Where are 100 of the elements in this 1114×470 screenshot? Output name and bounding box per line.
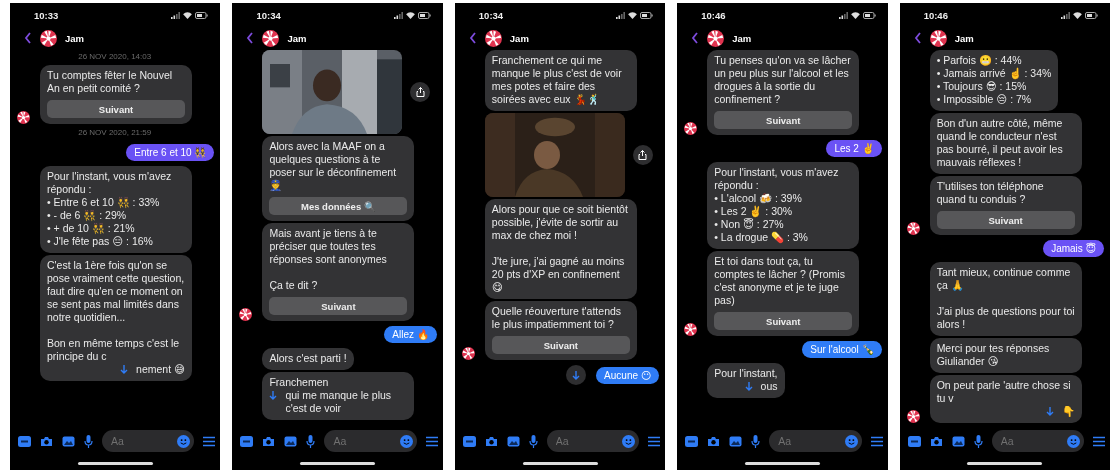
gif-icon[interactable] — [240, 435, 254, 447]
sent-message: Entre 6 et 10 👯 — [126, 144, 215, 161]
image-icon[interactable] — [284, 435, 298, 447]
reply-button[interactable]: Suivant — [936, 211, 1075, 229]
gif-icon[interactable] — [462, 435, 476, 447]
sent-message: Allez 🔥 — [384, 326, 437, 343]
wifi-icon — [628, 11, 638, 19]
image-icon[interactable] — [62, 435, 75, 447]
menu-icon[interactable] — [648, 435, 661, 447]
message-text: Bon d'un autre côté, même quand le conducteur n'est pas bourré, il peut avoir les mauvais réflexes ! — [936, 117, 1064, 169]
menu-icon[interactable] — [203, 435, 216, 447]
back-icon[interactable] — [468, 32, 477, 44]
message-text: Mais avant je tiens à te préciser que toutes tes réponses sont anonymes Ça te dit ? — [269, 227, 388, 292]
sent-message: Les 2 ✌ — [826, 140, 882, 157]
message-text: Franchement ce qui me manque le plus c'est de voir mes potes et faire des soirées avec eux 💃🕺 — [491, 54, 623, 106]
message-text: Tu comptes fêter le Nouvel An en petit comité ? — [47, 69, 174, 95]
signal-icon — [1061, 11, 1071, 19]
scroll-down-button[interactable] — [566, 365, 587, 385]
status-time: 10:33 — [34, 9, 59, 21]
emoji-icon[interactable] — [177, 434, 191, 448]
emoji-icon[interactable] — [399, 434, 413, 448]
image-icon[interactable] — [951, 435, 965, 447]
contact-name[interactable]: Jam — [509, 32, 529, 44]
camera-icon[interactable] — [484, 435, 498, 447]
battery-icon — [1085, 11, 1099, 19]
battery-icon — [640, 11, 654, 19]
message-text: • Parfois 😬 : 44% • Jamais arrivé ☝ : 34% • Toujours 😎 : 15% • Impossible 😔 : 7% — [936, 54, 1052, 106]
gif-icon[interactable] — [685, 435, 699, 447]
contact-name[interactable]: Jam — [287, 32, 307, 44]
reply-button[interactable]: Suivant — [714, 111, 853, 129]
message-text: Alors c'est parti ! — [269, 352, 347, 365]
reply-button[interactable]: Suivant — [714, 312, 853, 330]
contact-name[interactable]: Jam — [954, 32, 974, 44]
camera-icon[interactable] — [929, 435, 943, 447]
share-icon — [415, 87, 425, 97]
camera-icon[interactable] — [707, 435, 721, 447]
signal-icon — [393, 11, 403, 19]
scroll-down-icon[interactable] — [269, 391, 278, 400]
microphone-icon[interactable] — [973, 434, 983, 448]
scroll-down-icon[interactable] — [744, 382, 753, 391]
contact-name[interactable]: Jam — [732, 32, 752, 44]
share-button[interactable] — [632, 145, 653, 165]
reply-button[interactable]: Suivant — [269, 297, 408, 315]
share-icon — [638, 150, 648, 160]
emoji-icon[interactable] — [844, 434, 858, 448]
avatar — [40, 29, 57, 47]
wifi-icon — [183, 11, 193, 19]
scroll-down-icon[interactable] — [120, 365, 129, 374]
reply-button[interactable]: Mes données 🔍 — [269, 197, 408, 215]
avatar — [262, 29, 280, 47]
message-field[interactable]: Aa — [546, 430, 640, 452]
microphone-icon[interactable] — [306, 434, 316, 448]
message-field[interactable]: Aa — [102, 430, 195, 452]
menu-icon[interactable] — [425, 435, 438, 447]
message-text: Pour l'instant, — [714, 367, 778, 380]
gif-icon[interactable] — [907, 435, 921, 447]
message-field[interactable]: Aa — [769, 430, 862, 452]
camera-icon[interactable] — [262, 435, 276, 447]
menu-icon[interactable] — [870, 435, 883, 447]
message-field[interactable]: Aa — [324, 430, 417, 452]
message-text: Pour l'instant, vous m'avez répondu : • L'alcool 🍻 : 39% • Les 2 ✌ : 30% • Non 😇 : 27% • La drogue 💊 : 3% — [714, 166, 840, 244]
back-icon[interactable] — [24, 32, 32, 44]
battery-icon — [417, 11, 431, 19]
message-field[interactable]: Aa — [991, 430, 1085, 452]
timestamp: 26 NOV 2020, 14:03 — [77, 51, 153, 63]
contact-name[interactable]: Jam — [65, 32, 84, 44]
scroll-down-icon[interactable] — [1045, 407, 1054, 416]
microphone-icon[interactable] — [528, 434, 538, 448]
emoji-icon[interactable] — [1067, 434, 1081, 448]
gif-icon[interactable] — [18, 435, 31, 447]
image-icon[interactable] — [729, 435, 743, 447]
message-text: Tant mieux, continue comme ça 🙏 J'ai plus de questions pour toi alors ! — [936, 266, 1075, 331]
message-text: Alors pour que ce soit bientôt possible, j'évite de sortir au max de chez moi ! J'te jure, j'ai gagné au moins 20 pts d'XP en confinement 😋 — [491, 203, 629, 294]
share-button[interactable] — [410, 82, 431, 102]
message-text: Merci pour tes réponses Giuliander 😘 — [936, 342, 1051, 368]
sent-message: Jamais 😇 — [1043, 240, 1105, 257]
sent-message: Sur l'alcool 🍾 — [802, 341, 882, 358]
signal-icon — [171, 11, 181, 19]
back-icon[interactable] — [691, 32, 700, 44]
image-icon[interactable] — [506, 435, 520, 447]
reply-button[interactable]: Suivant — [47, 100, 185, 118]
signal-icon — [616, 11, 626, 19]
camera-icon[interactable] — [40, 435, 53, 447]
status-time: 10:46 — [923, 9, 948, 21]
sent-message: Aucune 😶 — [596, 366, 660, 384]
reply-button[interactable]: Suivant — [491, 336, 630, 354]
avatar — [484, 29, 502, 47]
emoji-icon[interactable] — [622, 434, 636, 448]
avatar — [929, 29, 947, 47]
microphone-icon[interactable] — [751, 434, 761, 448]
microphone-icon[interactable] — [84, 434, 93, 448]
signal-icon — [838, 11, 848, 19]
message-text: 👇 — [1061, 405, 1075, 418]
back-icon[interactable] — [246, 32, 255, 44]
status-time: 10:34 — [256, 9, 281, 21]
status-time: 10:34 — [478, 9, 504, 21]
back-icon[interactable] — [913, 32, 922, 44]
message-text: Franchemen — [269, 376, 330, 389]
message-text: ous — [760, 380, 778, 393]
menu-icon[interactable] — [1093, 435, 1106, 447]
